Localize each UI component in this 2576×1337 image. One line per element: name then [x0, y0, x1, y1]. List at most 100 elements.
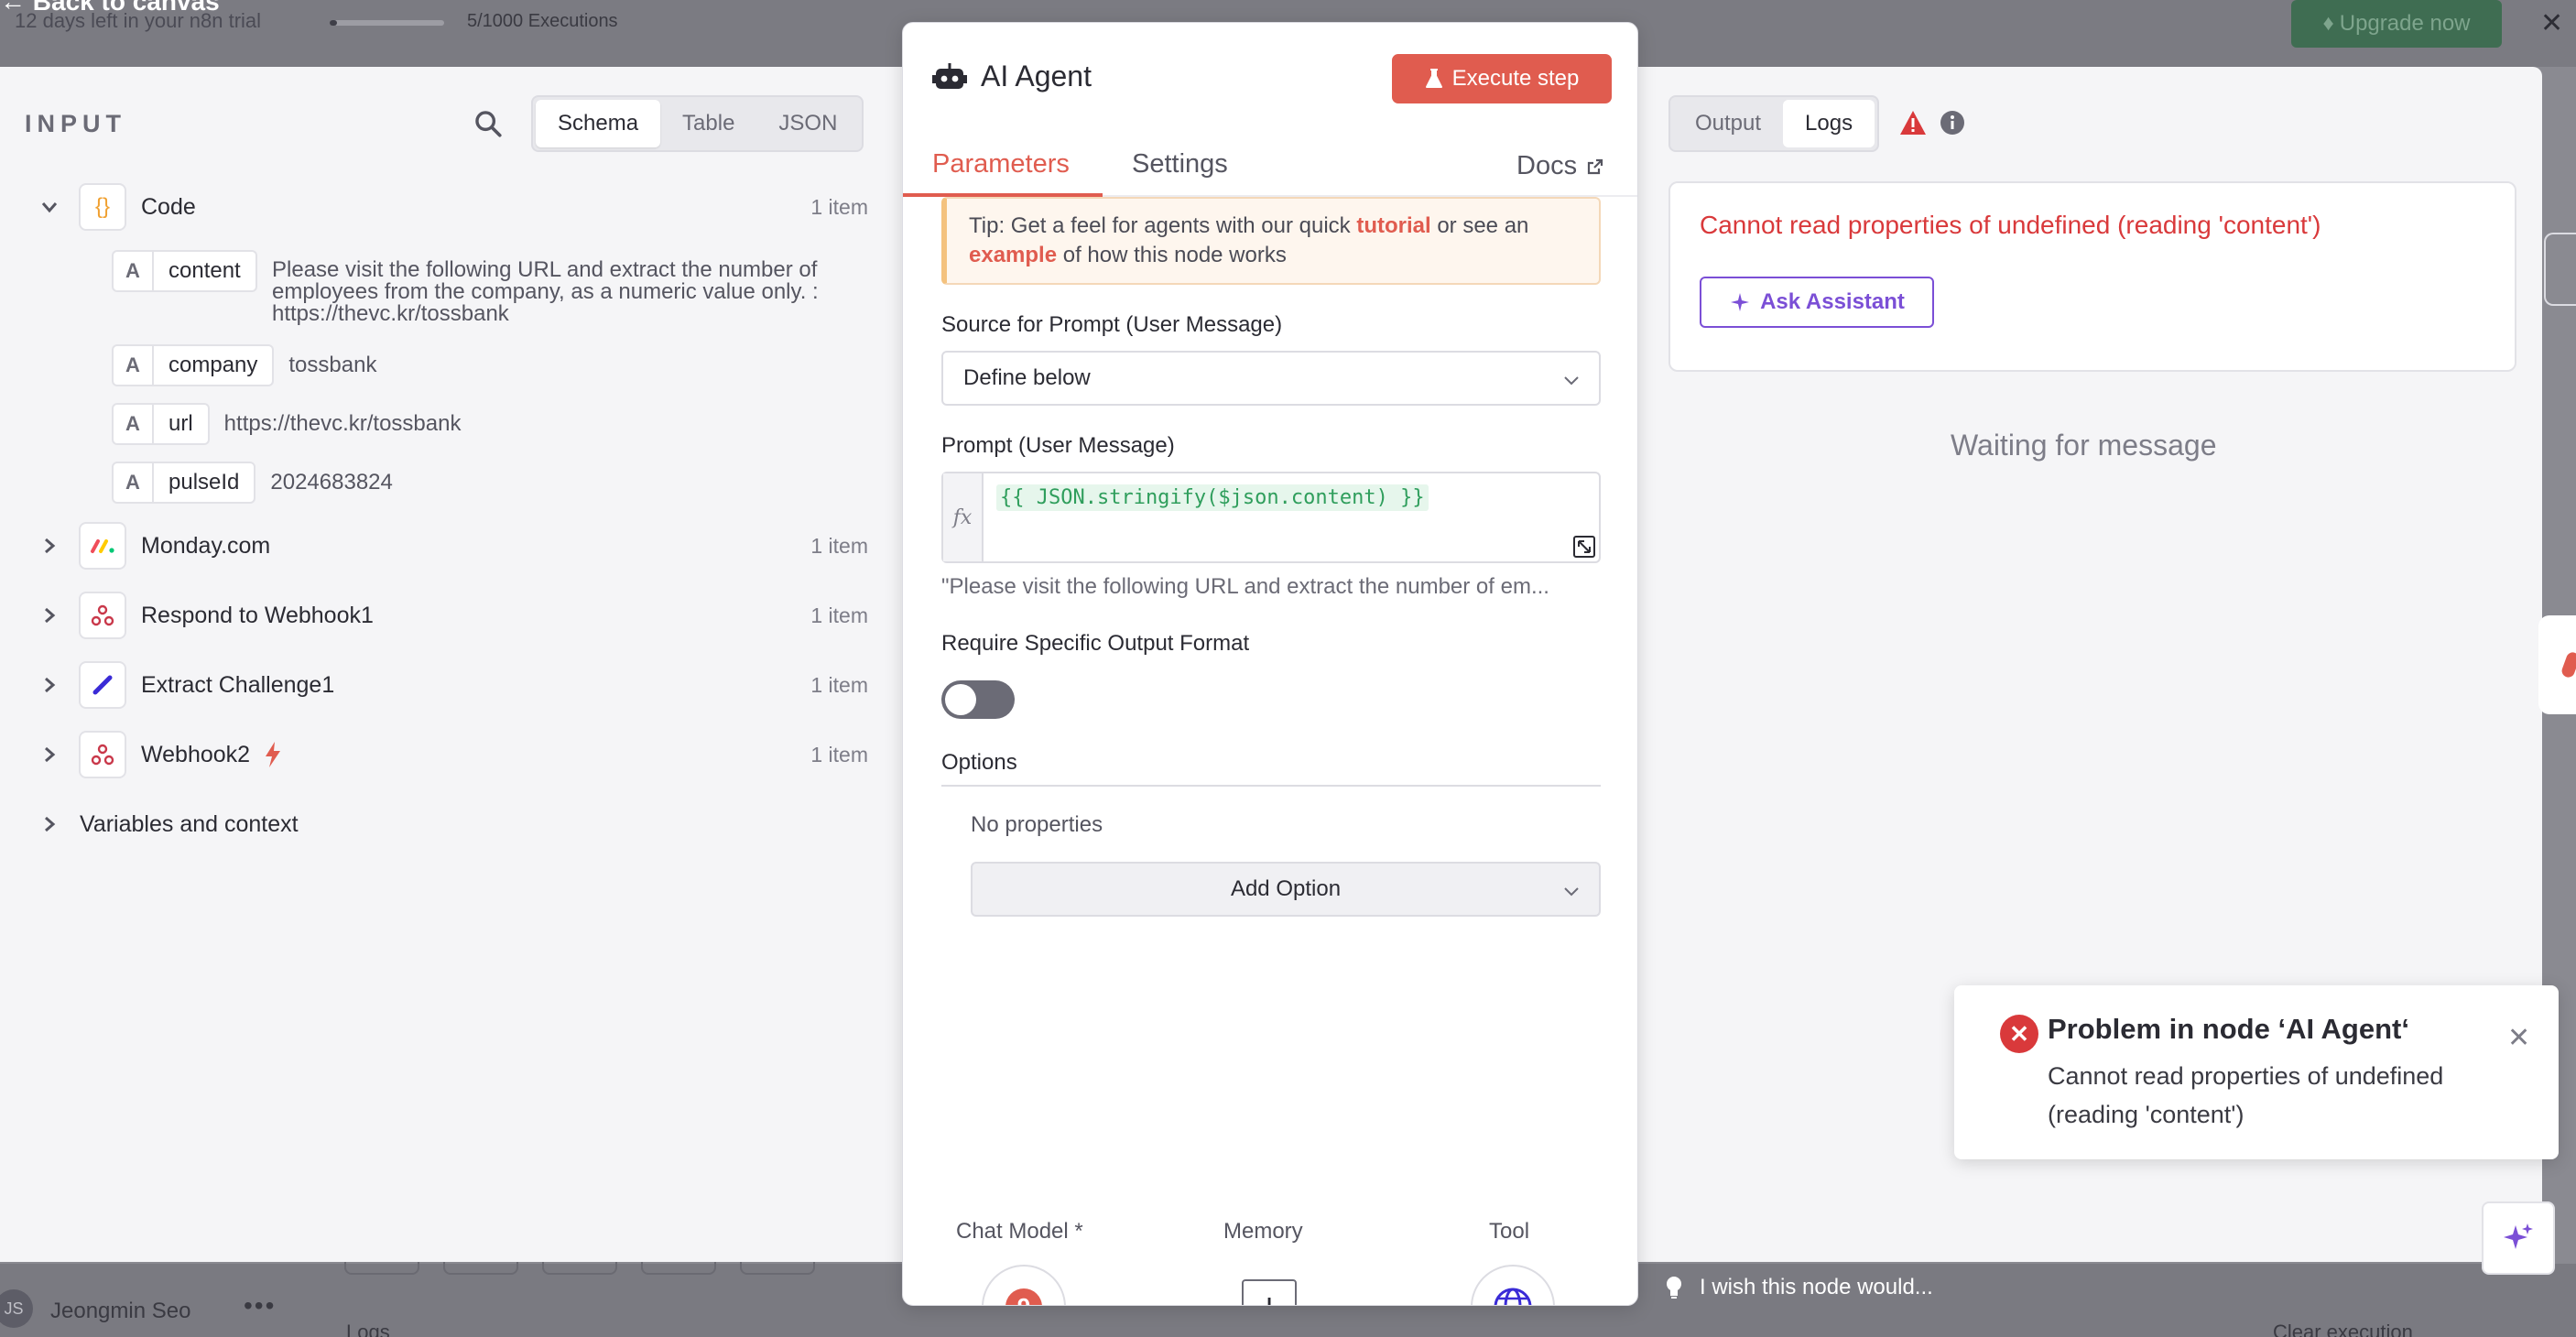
schema-field[interactable]: A pulseId 2024683824: [112, 462, 393, 504]
pencil-icon: [79, 661, 126, 709]
chevron-right-icon[interactable]: [38, 674, 60, 696]
string-type-icon: A: [112, 344, 154, 386]
chevron-down-icon[interactable]: [38, 196, 60, 218]
lightbulb-icon: [1667, 1277, 1681, 1299]
schema-view-button[interactable]: Schema: [536, 100, 661, 147]
clear-execution-button[interactable]: Clear execution: [2273, 1321, 2413, 1337]
chevron-right-icon[interactable]: [38, 604, 60, 626]
tutorial-link[interactable]: tutorial: [1356, 213, 1430, 238]
string-type-icon: A: [112, 403, 154, 445]
schema-field[interactable]: A company tossbank: [112, 344, 376, 386]
side-panel-edge: [2544, 233, 2576, 306]
more-icon[interactable]: •••: [244, 1291, 276, 1321]
close-icon[interactable]: ✕: [2507, 1022, 2530, 1054]
chevron-down-icon: [1564, 376, 1579, 386]
trial-progress-bar: [330, 20, 444, 26]
svg-text:9: 9: [1017, 1293, 1030, 1306]
output-view-toggle: Output Logs: [1668, 95, 1880, 152]
prompt-label: Prompt (User Message): [941, 433, 1175, 458]
robot-icon: [932, 63, 967, 89]
add-option-dropdown[interactable]: Add Option: [971, 862, 1601, 917]
prompt-expression: {{ JSON.stringify($json.content) }}: [996, 484, 1429, 511]
variables-context-row[interactable]: Variables and context: [0, 799, 879, 850]
error-toast: ✕ Problem in node ‘AI Agent‘ Cannot read…: [1954, 985, 2559, 1159]
waiting-message: Waiting for message: [1951, 429, 2217, 462]
output-view-button[interactable]: Output: [1673, 100, 1783, 147]
node-name: Webhook2: [141, 741, 251, 767]
executions-count: 5/1000 Executions: [467, 11, 618, 31]
input-node-respond-webhook[interactable]: Respond to Webhook1 1 item: [0, 590, 879, 641]
toast-message: Cannot read properties of undefined (rea…: [2048, 1062, 2444, 1128]
field-value: 2024683824: [270, 470, 393, 495]
side-tab[interactable]: [2538, 615, 2576, 714]
assistant-button[interactable]: [2482, 1201, 2555, 1275]
chat-model-node[interactable]: 9: [982, 1265, 1066, 1306]
error-icon: ✕: [2000, 1015, 2038, 1053]
item-count: 1 item: [810, 533, 868, 558]
webhook-icon: [79, 592, 126, 639]
tab-settings[interactable]: Settings: [1132, 149, 1228, 179]
logs-label: Logs: [346, 1321, 390, 1337]
webhook-icon: [79, 731, 126, 778]
chevron-right-icon[interactable]: [38, 813, 60, 835]
input-node-webhook2[interactable]: Webhook2 1 item: [0, 729, 879, 780]
schema-field[interactable]: A url https://thevc.kr/tossbank: [112, 403, 461, 445]
tool-node[interactable]: [1471, 1265, 1555, 1305]
sparkle-icon: [1731, 293, 1750, 311]
field-value: Please visit the following URL and extra…: [272, 257, 819, 326]
field-name: url: [154, 403, 210, 445]
input-panel-title: INPUT: [25, 110, 126, 137]
item-count: 1 item: [810, 194, 868, 219]
chevron-right-icon[interactable]: [38, 744, 60, 766]
item-count: 1 item: [810, 672, 868, 697]
ask-assistant-button[interactable]: Ask Assistant: [1700, 277, 1934, 328]
tab-parameters[interactable]: Parameters: [932, 149, 1070, 179]
example-link[interactable]: example: [969, 243, 1057, 267]
json-view-button[interactable]: JSON: [756, 100, 859, 147]
close-icon[interactable]: ✕: [2540, 7, 2563, 39]
execute-step-button[interactable]: Execute step: [1392, 54, 1612, 103]
table-view-button[interactable]: Table: [660, 100, 756, 147]
search-icon[interactable]: [473, 108, 504, 139]
prompt-expression-editor[interactable]: fx {{ JSON.stringify($json.content) }}: [941, 472, 1601, 563]
canvas-control: [344, 1262, 419, 1275]
string-type-icon: A: [112, 462, 154, 504]
chevron-down-icon: [1564, 887, 1579, 897]
trigger-bolt-icon: [266, 742, 280, 767]
sparkle-icon: [2504, 1223, 2533, 1249]
input-node-code[interactable]: {} Code 1 item: [0, 181, 879, 233]
item-count: 1 item: [810, 603, 868, 627]
schema-field[interactable]: A content: [112, 250, 257, 292]
logs-view-button[interactable]: Logs: [1783, 100, 1875, 147]
source-label: Source for Prompt (User Message): [941, 312, 1283, 337]
back-to-canvas-link[interactable]: ← Back to canvas: [0, 0, 220, 16]
chat-model-label: Chat Model *: [956, 1219, 1083, 1244]
node-name: Respond to Webhook1: [141, 602, 374, 628]
prompt-preview: "Please visit the following URL and extr…: [941, 574, 1549, 599]
tool-label: Tool: [1489, 1219, 1530, 1244]
node-name: Code: [141, 193, 196, 220]
input-node-extract-challenge[interactable]: Extract Challenge1 1 item: [0, 659, 879, 711]
string-type-icon: A: [112, 250, 154, 292]
expand-icon[interactable]: [1573, 536, 1595, 558]
source-select[interactable]: Define below: [941, 351, 1601, 406]
docs-link[interactable]: Docs: [1516, 151, 1604, 181]
arrow-left-icon: ←: [0, 0, 26, 16]
monday-icon: [79, 522, 126, 570]
node-name: Extract Challenge1: [141, 671, 335, 698]
chevron-right-icon[interactable]: [38, 535, 60, 557]
upgrade-button[interactable]: ♦ Upgrade now: [2291, 0, 2502, 48]
field-value: tossbank: [288, 353, 377, 377]
add-memory-button[interactable]: +: [1242, 1279, 1297, 1305]
input-node-monday[interactable]: Monday.com 1 item: [0, 520, 879, 571]
info-icon[interactable]: [1940, 110, 1965, 136]
output-format-toggle[interactable]: [941, 680, 1015, 719]
diamond-icon: ♦: [2322, 11, 2334, 36]
error-card: Cannot read properties of undefined (rea…: [1668, 181, 2516, 372]
warning-icon: [1900, 111, 1926, 135]
canvas-control: [740, 1262, 815, 1275]
toast-title: Problem in node ‘AI Agent‘: [2048, 1013, 2409, 1045]
divider: [941, 785, 1601, 787]
feedback-prompt[interactable]: I wish this node would...: [1665, 1275, 1933, 1300]
canvas-control: [443, 1262, 518, 1275]
